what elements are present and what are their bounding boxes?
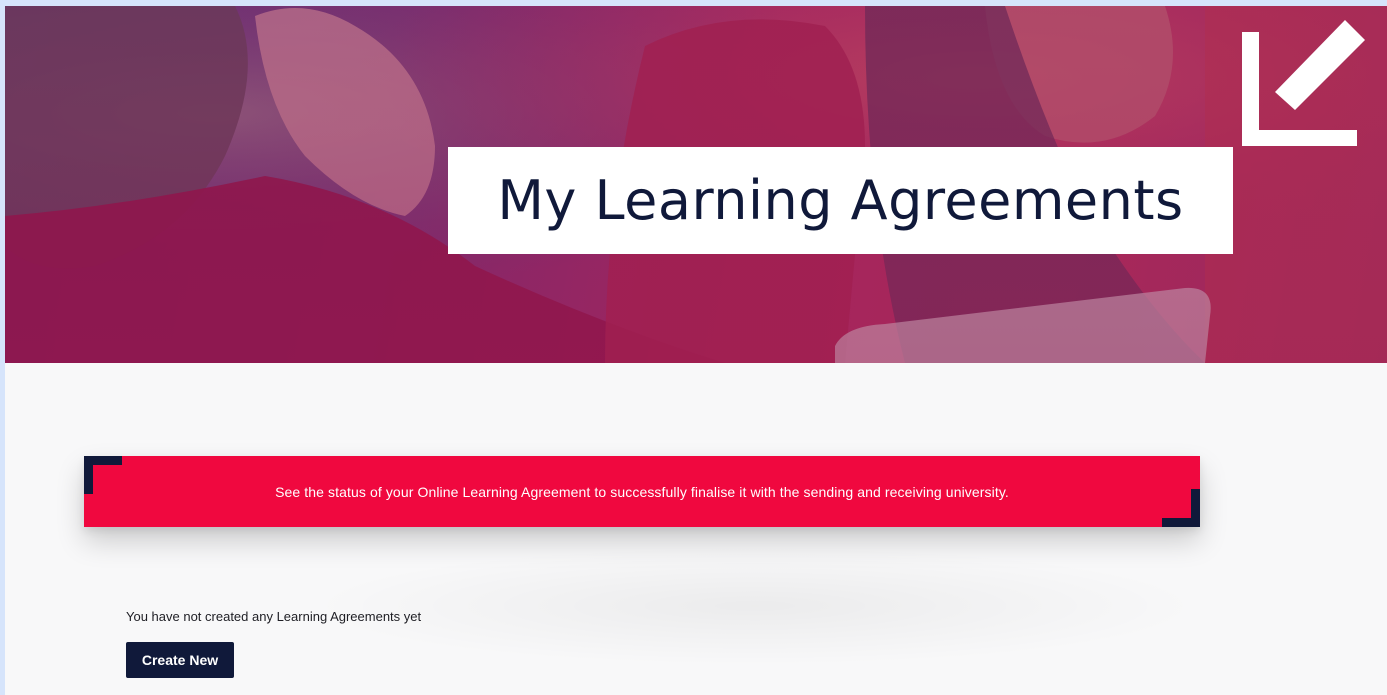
hero-banner: My Learning Agreements [5,6,1387,363]
checkmark-logo-icon [1242,20,1365,146]
page-frame: My Learning Agreements See the status of… [5,6,1387,695]
background-shadow [305,546,1205,666]
info-banner-text: See the status of your Online Learning A… [275,483,1009,500]
page-title-box: My Learning Agreements [448,147,1233,254]
info-banner: See the status of your Online Learning A… [84,456,1200,527]
empty-state-message: You have not created any Learning Agreem… [126,609,422,624]
page-title: My Learning Agreements [497,169,1184,232]
create-new-button[interactable]: Create New [126,642,234,678]
corner-bracket-top-left-icon [84,456,122,494]
corner-bracket-bottom-right-icon [1162,489,1200,527]
